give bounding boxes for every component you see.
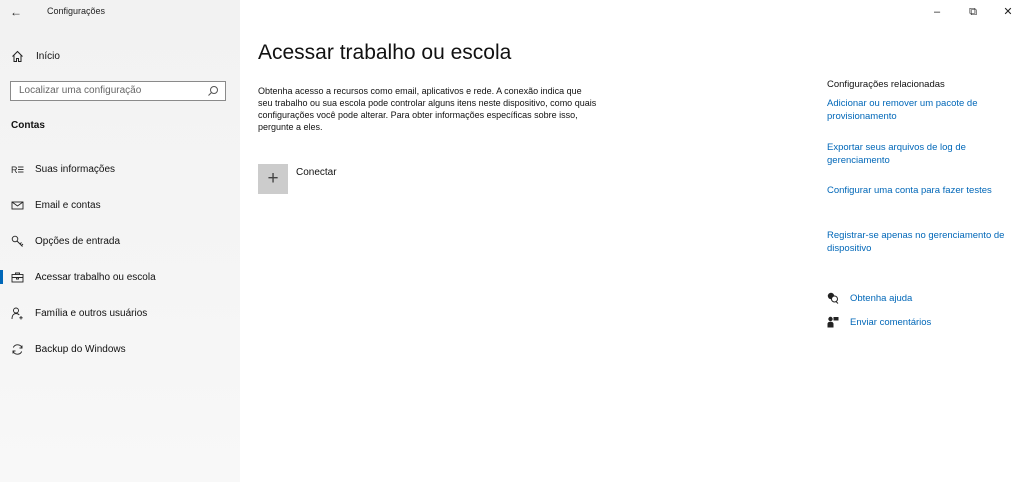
sidebar-item-label: Suas informações [35, 163, 116, 175]
home-nav-item[interactable]: Início [11, 49, 60, 63]
home-label: Início [36, 50, 60, 62]
search-icon[interactable] [207, 85, 219, 97]
sidebar-item-label: Email e contas [35, 199, 101, 211]
link-device-management-only[interactable]: Registrar-se apenas no gerenciamento de … [827, 229, 1012, 255]
get-help-label: Obtenha ajuda [850, 292, 913, 304]
related-settings-title: Configurações relacionadas [827, 79, 945, 90]
sidebar: ← Configurações Início Localizar uma con… [0, 0, 240, 482]
app-title: Configurações [47, 6, 106, 16]
connect-label: Conectar [296, 167, 337, 178]
send-feedback-label: Enviar comentários [850, 316, 932, 328]
svg-text:R: R [11, 165, 18, 175]
section-title: Contas [11, 120, 45, 131]
restore-icon[interactable]: ⧉ [966, 5, 980, 19]
page-description: Obtenha acesso a recursos como email, ap… [258, 86, 597, 132]
add-person-icon [11, 307, 23, 319]
selection-indicator [0, 270, 3, 284]
get-help-link[interactable]: Obtenha ajuda [827, 292, 912, 304]
link-provisioning-package[interactable]: Adicionar ou remover um pacote de provis… [827, 97, 1012, 123]
feedback-icon [827, 316, 839, 328]
search-input[interactable]: Localizar uma configuração [10, 81, 226, 101]
sidebar-item-suas-informacoes[interactable]: R Suas informações [0, 159, 240, 179]
sidebar-item-label: Opções de entrada [35, 235, 121, 247]
person-list-icon: R [11, 165, 24, 175]
page-title: Acessar trabalho ou escola [258, 41, 512, 64]
briefcase-icon [11, 272, 24, 282]
sync-icon [12, 343, 23, 355]
sidebar-item-acessar-trabalho-ou-escola[interactable]: Acessar trabalho ou escola [0, 267, 240, 287]
mail-icon [11, 201, 24, 209]
plus-icon: + [267, 168, 279, 189]
search-placeholder: Localizar uma configuração [19, 85, 142, 96]
home-icon [12, 50, 23, 62]
help-chat-icon [827, 292, 839, 304]
back-arrow-icon[interactable]: ← [10, 5, 26, 19]
sidebar-item-email-e-contas[interactable]: Email e contas [0, 195, 240, 215]
sidebar-item-label: Família e outros usuários [35, 307, 148, 319]
sidebar-item-backup-do-windows[interactable]: Backup do Windows [0, 339, 240, 359]
send-feedback-link[interactable]: Enviar comentários [827, 316, 931, 328]
sidebar-item-label: Acessar trabalho ou escola [35, 271, 156, 283]
minimize-icon[interactable]: – [930, 5, 944, 19]
link-test-account[interactable]: Configurar uma conta para fazer testes [827, 184, 1012, 197]
close-icon[interactable]: ✕ [1001, 5, 1015, 19]
sidebar-item-familia-e-outros-usuarios[interactable]: Família e outros usuários [0, 303, 240, 323]
sidebar-item-label: Backup do Windows [35, 343, 126, 355]
link-export-log-files[interactable]: Exportar seus arquivos de log de gerenci… [827, 141, 1012, 167]
connect-button[interactable]: + Conectar [258, 164, 337, 194]
key-icon [11, 235, 24, 247]
connect-icon-box[interactable]: + [258, 164, 288, 194]
sidebar-item-opcoes-de-entrada[interactable]: Opções de entrada [0, 231, 240, 251]
